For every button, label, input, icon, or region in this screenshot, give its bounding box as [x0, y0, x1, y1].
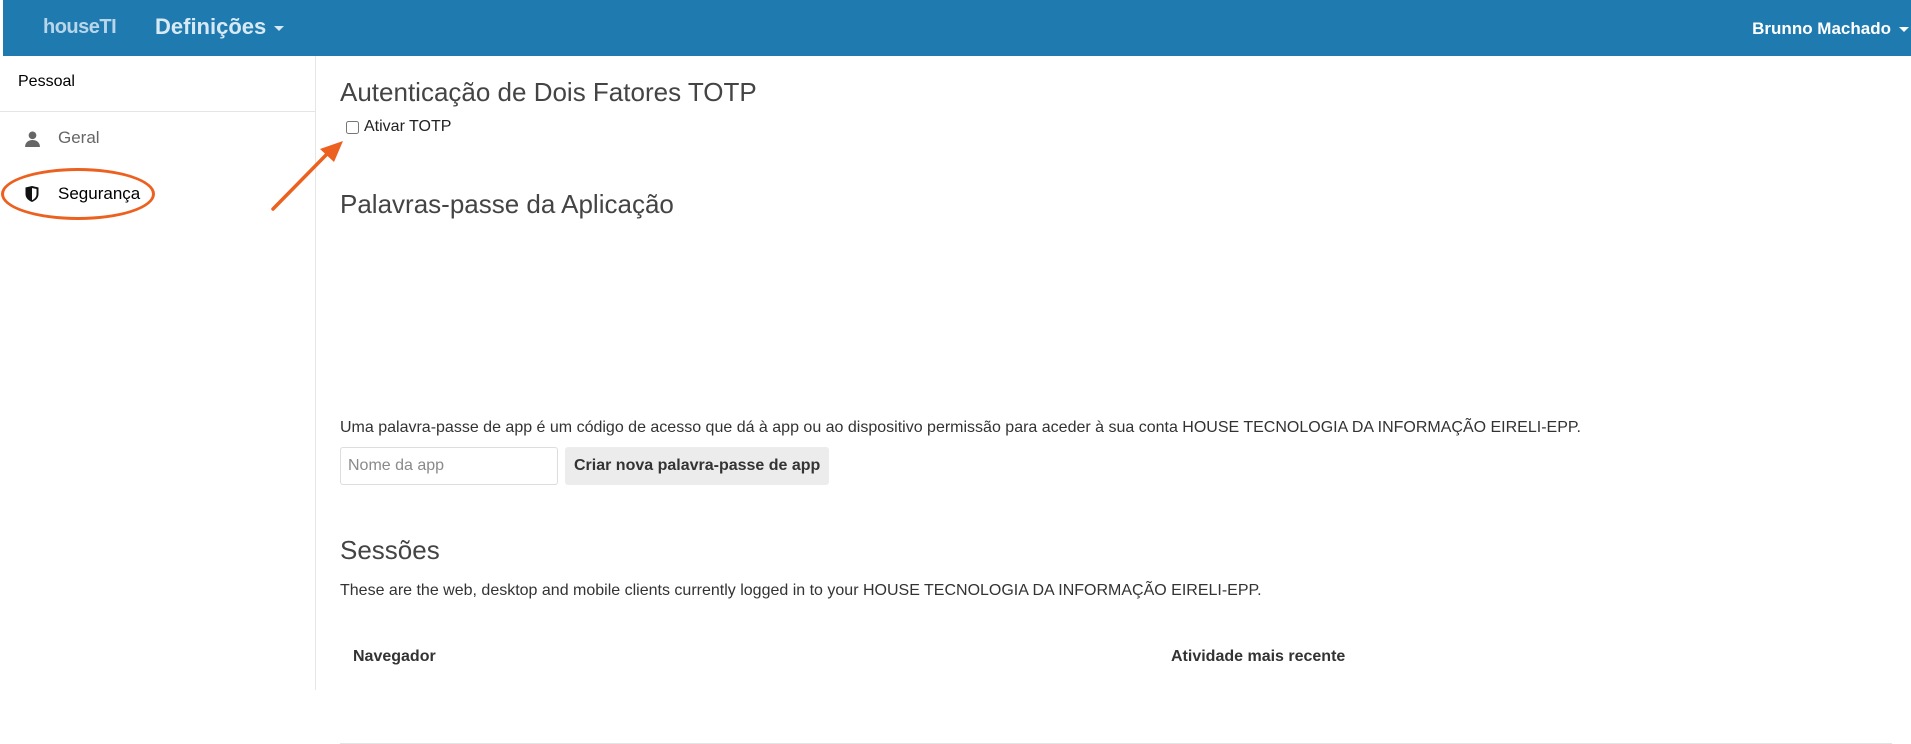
settings-menu-label: Definições [155, 14, 267, 39]
app-passwords-section-title: Palavras-passe da Aplicação [340, 189, 674, 219]
sidebar: Pessoal Geral Segurança [0, 56, 316, 690]
sidebar-item-label: Geral [58, 128, 100, 147]
annotation-arrow-icon [271, 141, 343, 211]
chevron-down-icon [274, 25, 285, 31]
user-name: Brunno Machado [1752, 19, 1891, 38]
totp-section-title: Autenticação de Dois Fatores TOTP [340, 77, 757, 107]
settings-menu-button[interactable]: Definições [155, 14, 285, 40]
user-menu-button[interactable]: Brunno Machado [1752, 19, 1909, 39]
totp-checkbox-label: Ativar TOTP [364, 118, 452, 135]
app-passwords-description: Uma palavra-passe de app é um código de … [340, 419, 1581, 436]
top-navbar: houseTI Definições Brunno Machado [3, 0, 1911, 56]
sessions-section-title: Sessões [340, 535, 440, 565]
column-header-browser: Navegador [353, 648, 436, 665]
sessions-table: Navegador Atividade mais recente [340, 627, 1892, 744]
app-name-input[interactable] [340, 447, 558, 485]
chevron-down-icon [1899, 27, 1909, 33]
sidebar-section-title: Pessoal [18, 73, 75, 90]
column-header-last-activity: Atividade mais recente [1171, 648, 1346, 665]
sessions-description: These are the web, desktop and mobile cl… [340, 582, 1262, 599]
totp-checkbox[interactable] [346, 120, 359, 134]
app-logo[interactable]: houseTI [43, 16, 117, 39]
annotation-highlight-circle [1, 168, 155, 220]
create-app-password-button[interactable]: Criar nova palavra-passe de app [565, 447, 830, 485]
sidebar-divider [0, 111, 315, 112]
sidebar-item-geral[interactable]: Geral [22, 123, 100, 153]
totp-toggle[interactable]: Ativar TOTP [346, 118, 451, 136]
user-icon [22, 128, 42, 148]
